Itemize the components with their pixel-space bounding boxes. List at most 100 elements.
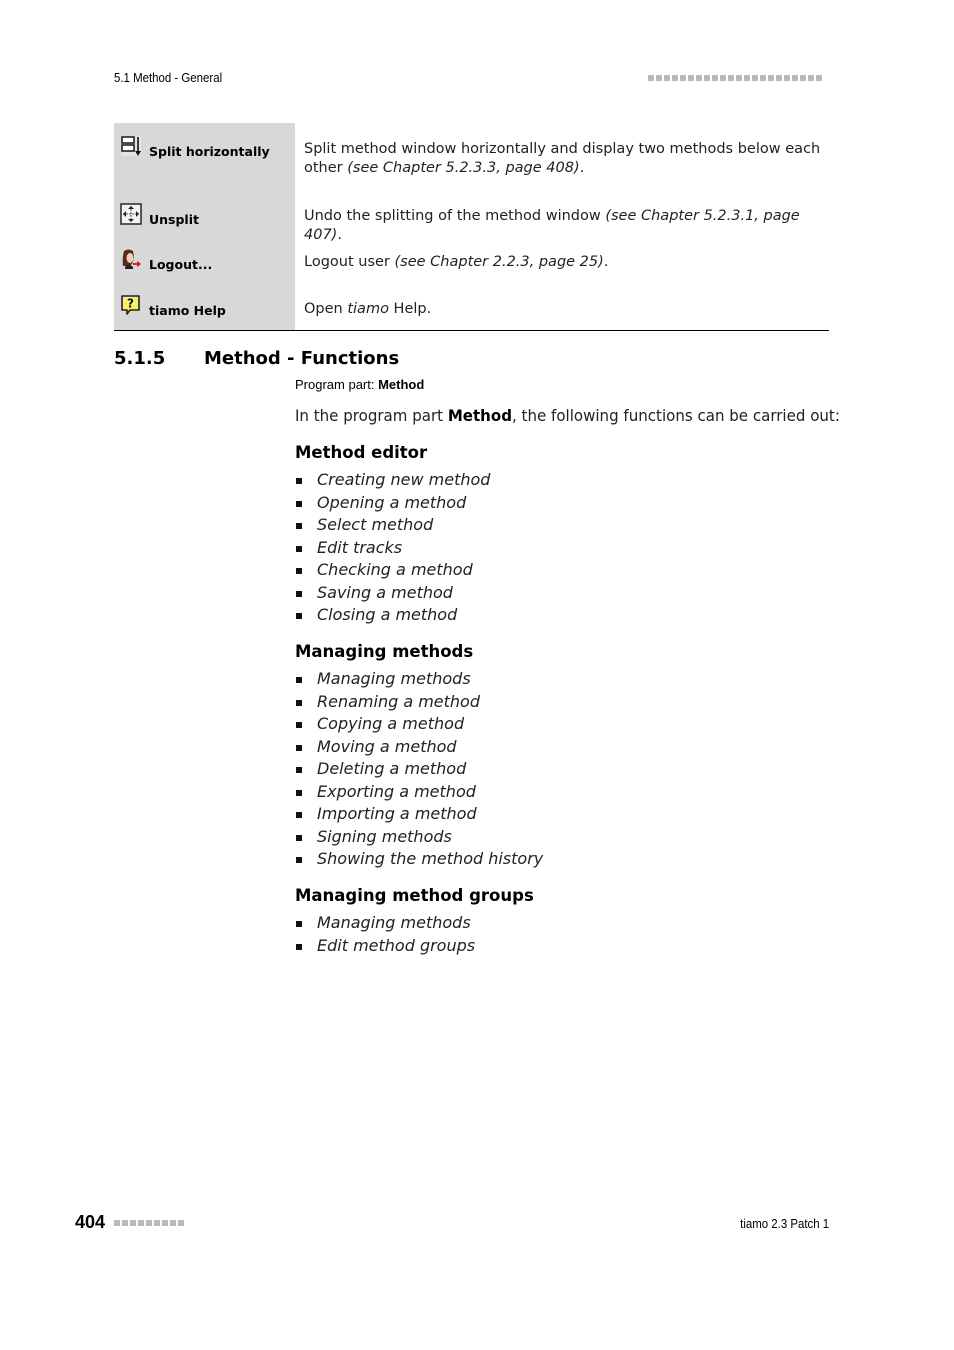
intro-bold: Method xyxy=(447,406,512,425)
program-part: Program part: Method xyxy=(295,377,424,392)
product-name: tiamo xyxy=(347,301,389,317)
intro-paragraph: In the program part Method, the followin… xyxy=(295,406,840,425)
decoration-square xyxy=(664,75,670,81)
list-item[interactable]: Checking a method xyxy=(295,559,490,582)
decoration-square xyxy=(768,75,774,81)
footer-product: tiamo 2.3 Patch 1 xyxy=(739,1216,829,1231)
program-part-label: Program part: xyxy=(295,377,379,392)
decoration-square xyxy=(712,75,718,81)
description-text: Logout user xyxy=(304,254,395,270)
description-text: Open xyxy=(304,301,348,317)
decoration-square xyxy=(170,1220,176,1226)
decoration-square xyxy=(776,75,782,81)
group-heading: Method editor xyxy=(295,443,428,462)
footer-decoration xyxy=(114,1220,184,1226)
command-description: Open tiamo Help. xyxy=(295,290,829,330)
decoration-square xyxy=(760,75,766,81)
table-row: Unsplit Undo the splitting of the method… xyxy=(114,197,829,243)
list-item[interactable]: Signing methods xyxy=(295,826,543,849)
running-header: 5.1 Method - General xyxy=(114,70,223,85)
functions-table: Split horizontally Split method window h… xyxy=(114,123,829,331)
decoration-square xyxy=(130,1220,136,1226)
group-heading: Managing method groups xyxy=(295,886,534,905)
description-suffix: . xyxy=(603,254,609,270)
list-item[interactable]: Select method xyxy=(295,514,490,537)
decoration-square xyxy=(178,1220,184,1226)
list-item[interactable]: Closing a method xyxy=(295,604,490,627)
group-heading: Managing methods xyxy=(295,642,474,661)
decoration-square xyxy=(736,75,742,81)
list-item[interactable]: Creating new method xyxy=(295,469,490,492)
decoration-square xyxy=(752,75,758,81)
list-item[interactable]: Opening a method xyxy=(295,492,490,515)
description-suffix: . xyxy=(579,160,585,176)
list-item[interactable]: Copying a method xyxy=(295,713,543,736)
list-item[interactable]: Managing methods xyxy=(295,912,534,935)
header-decoration xyxy=(648,75,822,81)
decoration-square xyxy=(784,75,790,81)
section-title: Method - Functions xyxy=(204,348,400,369)
list-item[interactable]: Exporting a method xyxy=(295,781,543,804)
list-item[interactable]: Renaming a method xyxy=(295,691,543,714)
command-label: Logout... xyxy=(149,257,213,272)
table-row: ? tiamo Help Open tiamo Help. xyxy=(114,290,829,330)
list-item[interactable]: Saving a method xyxy=(295,582,490,605)
decoration-square xyxy=(114,1220,120,1226)
command-description: Split method window horizontally and dis… xyxy=(295,123,829,197)
command-cell: Unsplit xyxy=(114,197,295,243)
decoration-square xyxy=(800,75,806,81)
decoration-square xyxy=(656,75,662,81)
group-method-editor: Method editor Creating new method Openin… xyxy=(295,442,490,627)
decoration-square xyxy=(744,75,750,81)
command-label: Unsplit xyxy=(149,212,199,227)
decoration-square xyxy=(154,1220,160,1226)
decoration-square xyxy=(122,1220,128,1226)
cross-reference[interactable]: (see Chapter 2.2.3, page 25) xyxy=(395,254,604,270)
list-item[interactable]: Edit method groups xyxy=(295,935,534,958)
decoration-square xyxy=(138,1220,144,1226)
group-managing-method-groups: Managing method groups Managing methods … xyxy=(295,885,534,957)
decoration-square xyxy=(696,75,702,81)
program-part-value: Method xyxy=(378,377,425,392)
decoration-square xyxy=(162,1220,168,1226)
help-icon: ? xyxy=(121,295,140,315)
svg-text:?: ? xyxy=(127,297,134,311)
description-text: Undo the splitting of the method window xyxy=(304,208,606,224)
decoration-square xyxy=(680,75,686,81)
decoration-square xyxy=(648,75,654,81)
decoration-square xyxy=(720,75,726,81)
list-item[interactable]: Moving a method xyxy=(295,736,543,759)
section-number: 5.1.5 xyxy=(114,348,166,369)
decoration-square xyxy=(792,75,798,81)
intro-suffix: , the following functions can be carried… xyxy=(511,406,840,425)
split-horizontally-icon xyxy=(121,136,141,156)
function-list: Managing methods Edit method groups xyxy=(295,912,534,957)
list-item[interactable]: Showing the method history xyxy=(295,848,543,871)
decoration-square xyxy=(808,75,814,81)
logout-icon xyxy=(122,249,141,269)
decoration-square xyxy=(688,75,694,81)
description-suffix: Help. xyxy=(388,301,432,317)
function-list: Creating new method Opening a method Sel… xyxy=(295,469,490,627)
list-item[interactable]: Deleting a method xyxy=(295,758,543,781)
command-label: tiamo Help xyxy=(149,303,226,318)
command-cell: Logout... xyxy=(114,243,295,290)
decoration-square xyxy=(146,1220,152,1226)
unsplit-icon xyxy=(120,203,142,225)
command-cell: Split horizontally xyxy=(114,123,295,197)
table-row: Logout... Logout user (see Chapter 2.2.3… xyxy=(114,243,829,290)
group-managing-methods: Managing methods Managing methods Renami… xyxy=(295,641,543,871)
list-item[interactable]: Edit tracks xyxy=(295,537,490,560)
decoration-square xyxy=(672,75,678,81)
intro-prefix: In the program part xyxy=(295,406,448,425)
cross-reference[interactable]: (see Chapter 5.2.3.3, page 408) xyxy=(347,160,579,176)
list-item[interactable]: Importing a method xyxy=(295,803,543,826)
list-item[interactable]: Managing methods xyxy=(295,668,543,691)
decoration-square xyxy=(816,75,822,81)
table-row: Split horizontally Split method window h… xyxy=(114,123,829,197)
command-description: Undo the splitting of the method window … xyxy=(295,197,829,243)
page-number: 404 xyxy=(75,1212,106,1232)
command-description: Logout user (see Chapter 2.2.3, page 25)… xyxy=(295,243,829,290)
decoration-square xyxy=(728,75,734,81)
function-list: Managing methods Renaming a method Copyi… xyxy=(295,668,543,871)
